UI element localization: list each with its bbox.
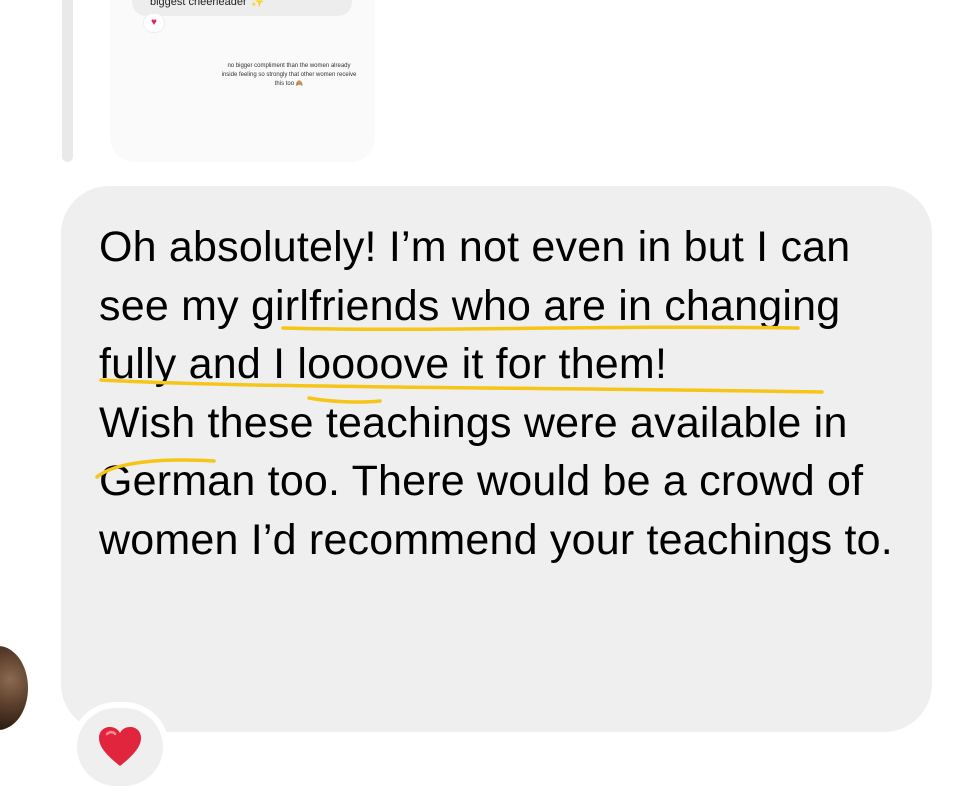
avatar[interactable]: [0, 646, 28, 730]
story-message-text: biggest cheerleader ✨: [150, 0, 264, 9]
story-heart-reaction-icon: ♥: [144, 14, 164, 32]
message-text: Oh absolutely! I’m not even in but I can…: [99, 218, 909, 569]
sparkles-icon: ✨: [250, 0, 265, 8]
see-no-evil-monkey-icon: 🙈: [295, 81, 304, 87]
story-message-label: biggest cheerleader: [150, 0, 247, 8]
reply-thread-line: [62, 0, 73, 162]
heart-icon: [99, 727, 141, 766]
message-paragraph-2: Wish these teachings were available in G…: [99, 398, 893, 564]
story-caption: no bigger compliment than the women alre…: [220, 62, 358, 89]
message-reaction[interactable]: [77, 708, 163, 786]
story-caption-text: no bigger compliment than the women alre…: [221, 63, 357, 87]
message-paragraph-1: Oh absolutely! I’m not even in but I can…: [99, 223, 851, 388]
